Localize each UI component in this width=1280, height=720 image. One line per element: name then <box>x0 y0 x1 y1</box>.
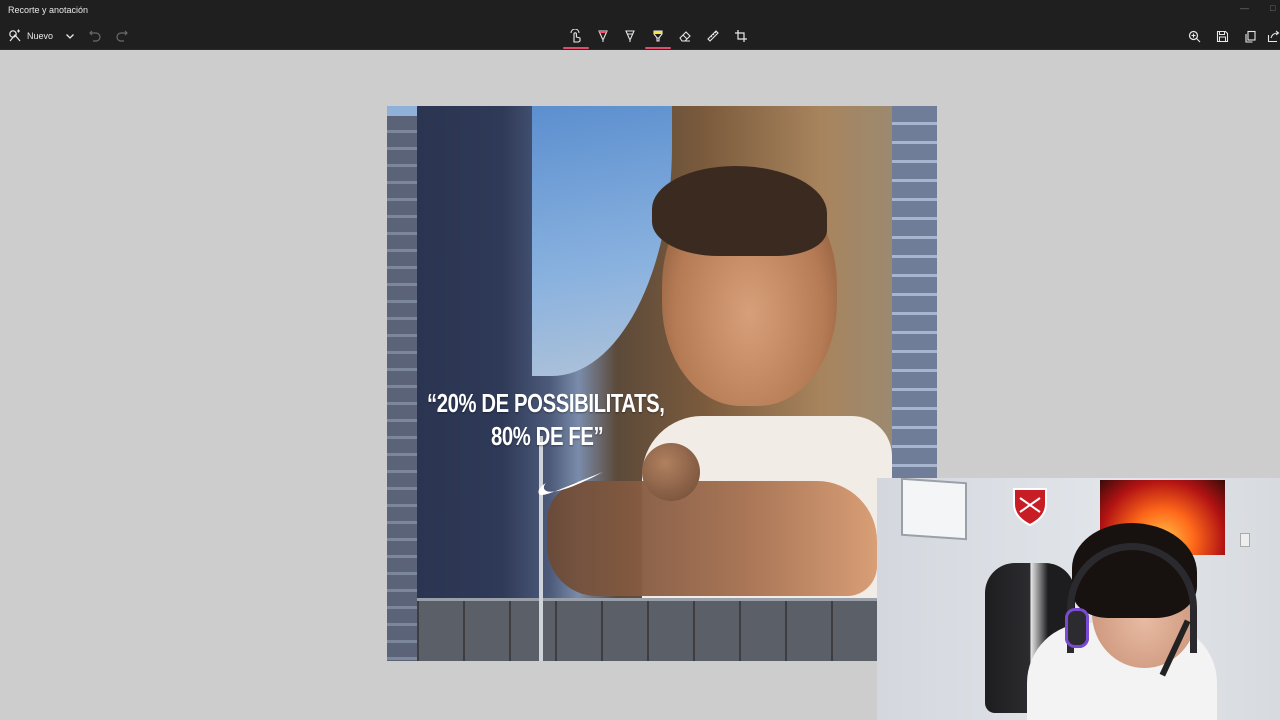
ruler-button[interactable] <box>699 26 727 46</box>
photo-building-right <box>887 106 937 486</box>
window-title: Recorte y anotación <box>8 5 89 15</box>
maximize-icon[interactable]: □ <box>1270 3 1275 13</box>
new-snip-dropdown[interactable] <box>62 26 78 46</box>
zoom-icon <box>1188 30 1200 42</box>
new-snip-button[interactable]: Nuevo <box>8 26 56 46</box>
crop-button[interactable] <box>727 26 755 46</box>
touch-writing-active-indicator <box>563 47 589 49</box>
ballpoint-pen-icon <box>598 30 608 42</box>
photo-scaffolding <box>417 598 937 661</box>
toolbar: Nuevo <box>0 22 1280 50</box>
headset-earcup <box>1065 608 1089 648</box>
zoom-button[interactable] <box>1184 26 1204 46</box>
title-bar: Recorte y anotación — □ <box>0 0 1280 22</box>
share-icon <box>1267 30 1279 42</box>
webcam-wall-socket <box>1240 533 1250 547</box>
ballpoint-pen-button[interactable] <box>590 26 616 46</box>
minimize-icon[interactable]: — <box>1240 3 1249 13</box>
webcam-whiteboard <box>901 478 967 541</box>
undo-button[interactable] <box>86 26 104 46</box>
pencil-pen-icon <box>625 30 635 42</box>
ruler-icon <box>707 30 719 42</box>
redo-icon <box>116 30 128 42</box>
highlighter-button[interactable] <box>644 26 672 49</box>
share-button[interactable] <box>1266 26 1280 46</box>
save-button[interactable] <box>1212 26 1232 46</box>
touch-writing-button[interactable] <box>562 26 590 49</box>
webcam-overlay <box>877 478 1280 720</box>
eraser-button[interactable] <box>672 26 698 46</box>
billboard-quote: “20% DE POSSIBILITATS, 80% DE FE” <box>427 387 665 453</box>
eraser-icon <box>679 31 691 42</box>
club-crest-icon <box>1013 488 1047 526</box>
swoosh-logo-icon <box>538 472 603 496</box>
quote-line-2: 80% DE FE” <box>491 421 604 451</box>
chevron-down-icon <box>66 34 74 39</box>
photo-building-left <box>387 116 421 661</box>
save-icon <box>1216 30 1228 42</box>
highlighter-icon <box>653 30 663 42</box>
captured-image[interactable]: “20% DE POSSIBILITATS, 80% DE FE” <box>387 106 937 661</box>
photo-hair <box>652 166 827 256</box>
undo-icon <box>89 30 101 42</box>
pencil-pen-button[interactable] <box>617 26 643 46</box>
snipping-tool-window: Recorte y anotación — □ Nuevo “20% DE PO… <box>0 0 1280 720</box>
photo-ball <box>642 443 700 501</box>
redo-button[interactable] <box>113 26 131 46</box>
copy-button[interactable] <box>1240 26 1260 46</box>
quote-line-1: “20% DE POSSIBILITATS, <box>427 388 665 418</box>
highlighter-active-indicator <box>645 47 671 49</box>
crop-icon <box>735 30 747 42</box>
new-snip-icon <box>9 29 21 42</box>
new-snip-label: Nuevo <box>27 31 54 41</box>
touch-writing-icon <box>570 29 581 43</box>
copy-icon <box>1244 30 1256 43</box>
photo-hand <box>547 481 877 596</box>
